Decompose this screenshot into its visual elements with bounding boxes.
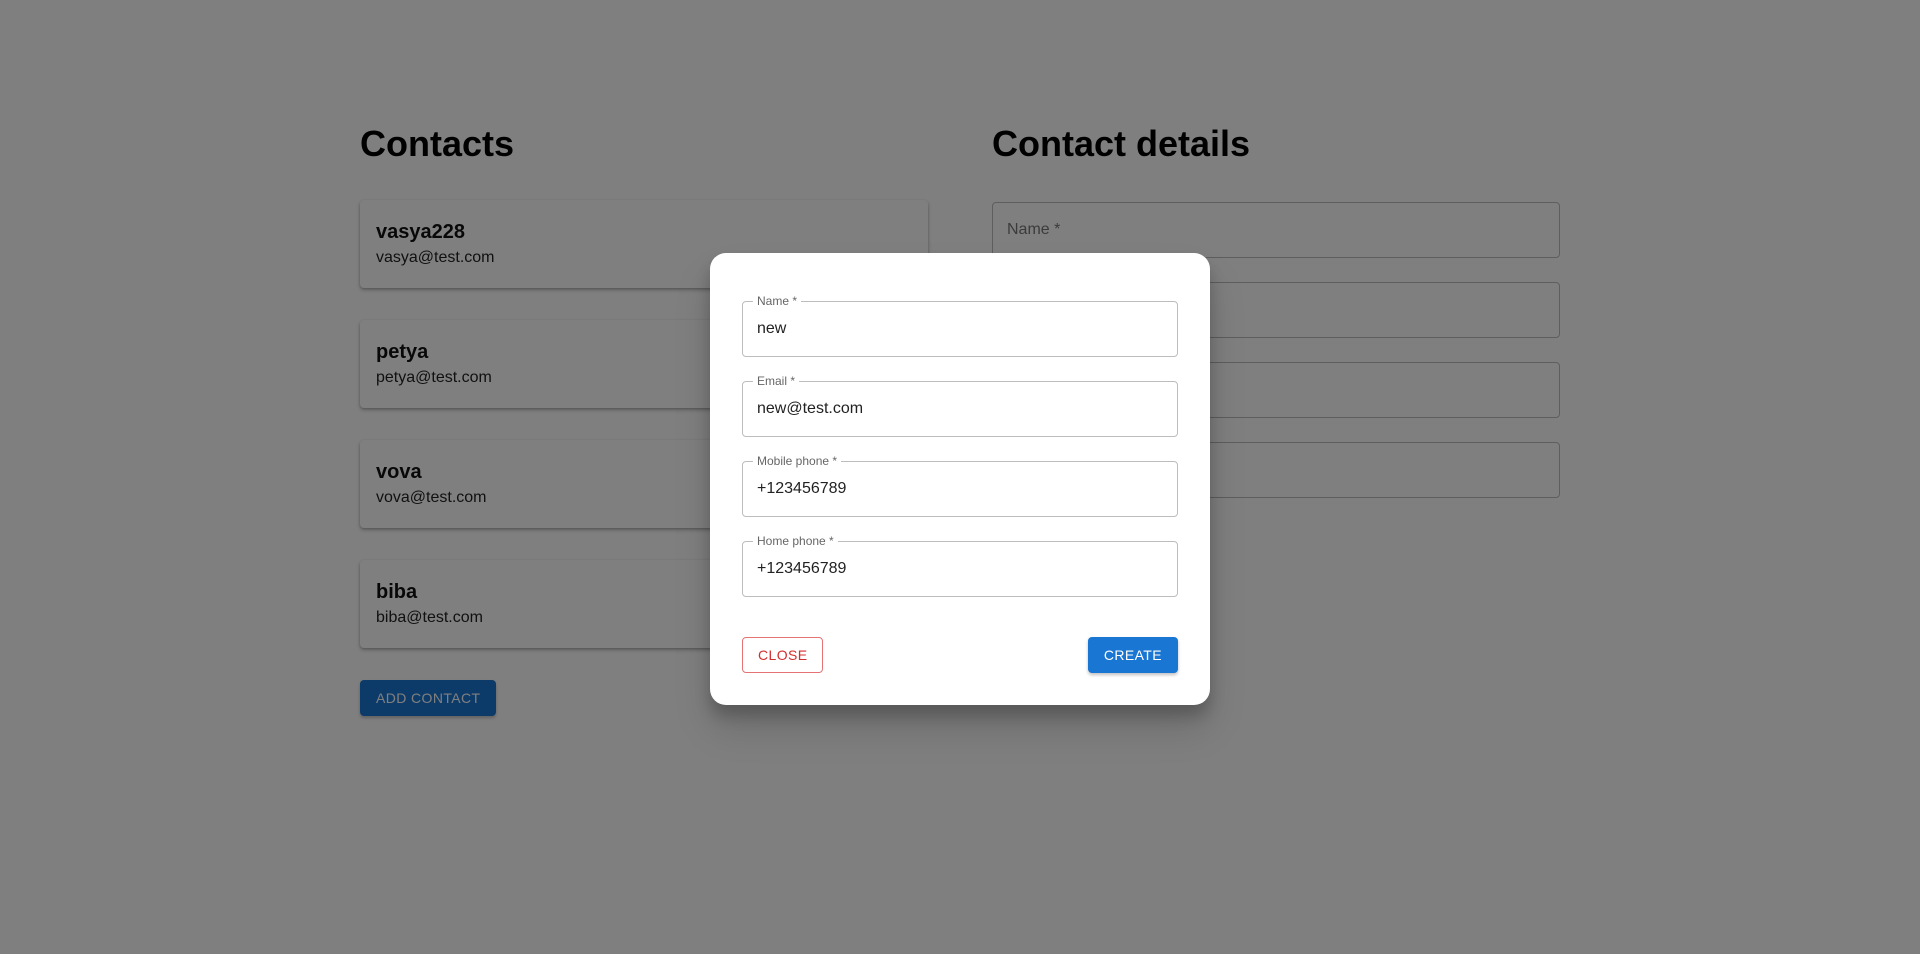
home-phone-input[interactable] bbox=[743, 542, 1177, 596]
home-phone-field: Home phone * bbox=[742, 534, 1178, 597]
page: Contacts vasya228 vasya@test.com petya p… bbox=[0, 0, 1920, 954]
email-input[interactable] bbox=[743, 382, 1177, 436]
email-field: Email * bbox=[742, 374, 1178, 437]
name-input[interactable] bbox=[743, 302, 1177, 356]
name-field: Name * bbox=[742, 294, 1178, 357]
close-button[interactable]: CLOSE bbox=[742, 637, 824, 673]
create-contact-dialog: Name * Email * Mobile phone * Home phone… bbox=[710, 253, 1210, 705]
create-button[interactable]: CREATE bbox=[1087, 637, 1178, 673]
mobile-phone-input[interactable] bbox=[743, 462, 1177, 516]
dialog-actions: CLOSE CREATE bbox=[742, 637, 1178, 673]
mobile-phone-field: Mobile phone * bbox=[742, 454, 1178, 517]
